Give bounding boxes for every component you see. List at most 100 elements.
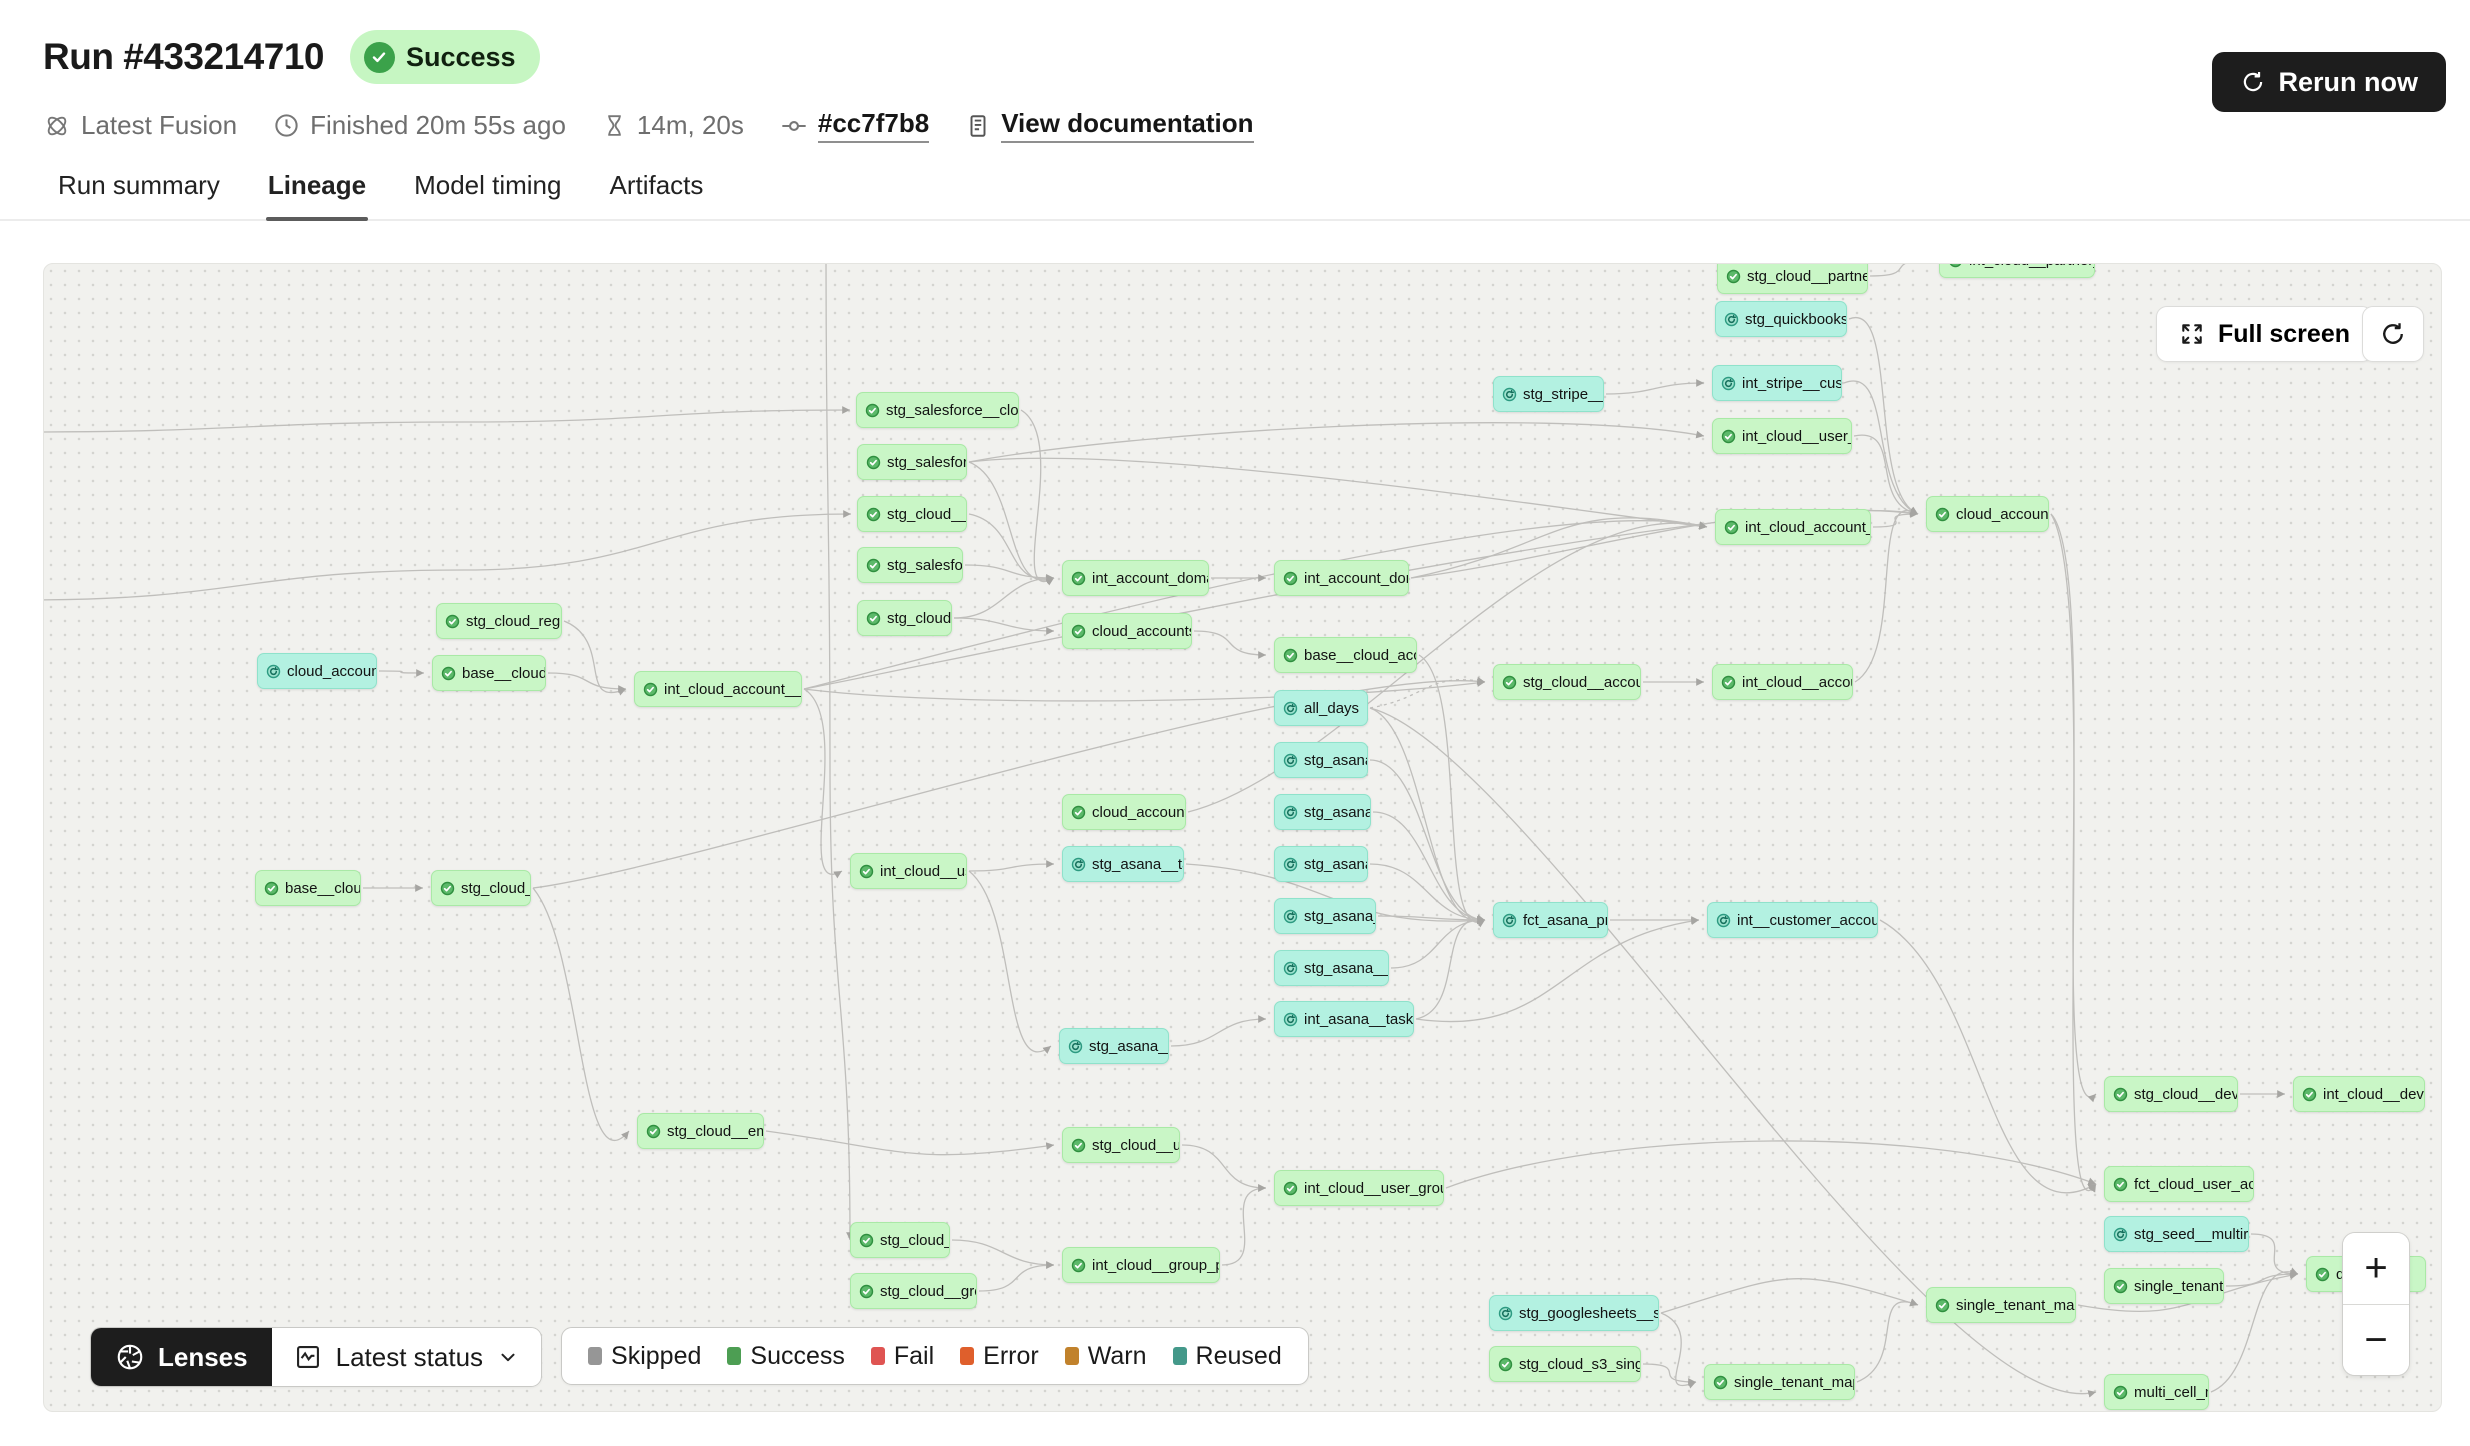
lineage-node[interactable]: int_cloud__user_group… xyxy=(1274,1170,1444,1206)
lineage-node[interactable]: int_asana__task_s… xyxy=(1274,1001,1414,1037)
lineage-node[interactable]: int_cloud__partner_con… xyxy=(1939,263,2095,278)
lineage-node[interactable]: stg_cloud_region… xyxy=(436,603,562,639)
lineage-node[interactable]: stg_cloud_s3_singl… xyxy=(1489,1346,1641,1382)
docs-meta: View documentation xyxy=(965,108,1253,143)
tab-lineage[interactable]: Lineage xyxy=(266,156,368,219)
lineage-node[interactable]: stg_asana__tas… xyxy=(1062,846,1184,882)
lineage-node[interactable]: stg_salesforce__cloud_… xyxy=(856,392,1019,428)
full-screen-button[interactable]: Full screen xyxy=(2156,306,2373,362)
lineage-node[interactable]: stg_asana__pr… xyxy=(1274,950,1389,986)
lineage-node[interactable]: stg_googlesheets__sin… xyxy=(1489,1295,1659,1331)
run-meta-row: Latest Fusion Finished 20m 55s ago 14m, … xyxy=(43,108,1254,143)
lineage-node[interactable]: stg_cloud__email… xyxy=(637,1113,764,1149)
reused-node-icon xyxy=(266,664,281,679)
zoom-in-button[interactable]: + xyxy=(2343,1233,2409,1305)
node-label: stg_asana__… xyxy=(1089,1038,1169,1055)
node-label: cloud_accounts_… xyxy=(1092,623,1192,640)
lineage-node[interactable]: cloud_account… xyxy=(1062,794,1186,830)
reused-node-icon xyxy=(1283,753,1298,768)
success-node-icon xyxy=(1071,805,1086,820)
lineage-node[interactable]: int_account_dom… xyxy=(1274,560,1409,596)
lineage-node[interactable]: stg_cloud__us… xyxy=(1062,1127,1180,1163)
success-node-icon xyxy=(2113,1177,2128,1192)
success-node-icon xyxy=(1724,520,1739,535)
lineage-node[interactable]: single_tenant_mapp… xyxy=(1926,1287,2076,1323)
lineage-node[interactable]: int_cloud__group_per… xyxy=(1062,1247,1220,1283)
lineage-node[interactable]: int_cloud__us… xyxy=(850,853,967,889)
canvas-bottom-bar: Lenses Latest status SkippedSuccessFailE… xyxy=(90,1327,1309,1387)
lineage-node[interactable]: all_days xyxy=(1274,690,1368,726)
success-node-icon xyxy=(859,1284,874,1299)
lineage-node[interactable]: cloud_accounts_… xyxy=(1062,613,1192,649)
lineage-node[interactable]: stg_cloud__us… xyxy=(857,496,967,532)
lineage-node[interactable]: base__clou… xyxy=(255,870,361,906)
rerun-now-button[interactable]: Rerun now xyxy=(2212,52,2447,112)
lineage-node[interactable]: int__customer_account… xyxy=(1707,902,1878,938)
refresh-icon xyxy=(2240,69,2266,95)
tab-run-summary[interactable]: Run summary xyxy=(56,156,222,219)
lenses-button[interactable]: Lenses xyxy=(91,1328,272,1386)
lineage-node[interactable]: stg_asana… xyxy=(1274,742,1368,778)
lineage-node[interactable]: int_cloud_account__m… xyxy=(634,671,802,707)
tab-artifacts[interactable]: Artifacts xyxy=(607,156,705,219)
legend-item-fail: Fail xyxy=(871,1342,934,1371)
lineage-node[interactable]: stg_asana__… xyxy=(1274,898,1376,934)
lineage-node[interactable]: stg_salesforce… xyxy=(857,547,963,583)
legend-color-chip xyxy=(960,1347,974,1365)
finished-meta: Finished 20m 55s ago xyxy=(273,110,566,141)
node-label: int_cloud__user_group… xyxy=(1304,1180,1444,1197)
node-label: int_cloud_account__m… xyxy=(664,681,802,698)
commit-icon xyxy=(780,112,808,140)
lineage-node[interactable]: stg_asana__… xyxy=(1059,1028,1169,1064)
lineage-node[interactable]: single_tenant_map… xyxy=(1704,1364,1855,1400)
reused-node-icon xyxy=(1498,1306,1513,1321)
view-documentation-link[interactable]: View documentation xyxy=(1001,108,1253,143)
lineage-node[interactable]: int_cloud_account_ma… xyxy=(1715,509,1871,545)
node-label: stg_asana… xyxy=(1304,752,1368,769)
status-legend: SkippedSuccessFailErrorWarnReused xyxy=(561,1327,1309,1385)
lineage-node[interactable]: int_stripe__custo… xyxy=(1712,365,1842,401)
hourglass-icon xyxy=(602,113,627,138)
lineage-node[interactable]: stg_cloud__group… xyxy=(850,1273,977,1309)
lineage-node[interactable]: int_cloud__user_ac… xyxy=(1712,418,1852,454)
lineage-node[interactable]: stg_seed__multireg… xyxy=(2104,1216,2249,1252)
reused-node-icon xyxy=(1068,1039,1083,1054)
lineage-node[interactable]: stg_cloud__accounts… xyxy=(1493,664,1641,700)
zoom-out-button[interactable]: − xyxy=(2343,1305,2409,1376)
legend-item-success: Success xyxy=(727,1342,844,1371)
lineage-node[interactable]: stg_quickbooks__a… xyxy=(1715,301,1847,337)
lineage-node[interactable]: stg_salesforce_… xyxy=(857,444,967,480)
success-node-icon xyxy=(2302,1087,2317,1102)
lineage-node[interactable]: stg_cloud__… xyxy=(857,600,952,636)
lineage-node[interactable]: stg_cloud__devel… xyxy=(2104,1076,2238,1112)
node-label: stg_cloud__partner_c… xyxy=(1747,268,1868,285)
lineage-node[interactable]: int_cloud__devel… xyxy=(2293,1076,2425,1112)
commit-link[interactable]: #cc7f7b8 xyxy=(818,108,929,143)
lineage-node[interactable]: stg_asana… xyxy=(1274,846,1368,882)
lineage-node[interactable]: fct_cloud_user_acc… xyxy=(2104,1166,2254,1202)
node-label: stg_asana__… xyxy=(1304,908,1376,925)
lineage-node[interactable]: single_tenant_… xyxy=(2104,1268,2224,1304)
node-label: stg_quickbooks__a… xyxy=(1745,311,1847,328)
node-label: stg_asana… xyxy=(1304,856,1368,873)
lens-selector[interactable]: Latest status xyxy=(272,1328,541,1386)
success-node-icon xyxy=(646,1124,661,1139)
lineage-node[interactable]: cloud_account… xyxy=(1926,496,2049,532)
lineage-node[interactable]: stg_cloud__partner_c… xyxy=(1717,263,1868,294)
node-label: stg_cloud_… xyxy=(461,880,531,897)
lineage-node[interactable]: stg_asana_… xyxy=(1274,794,1371,830)
lineage-node[interactable]: int_cloud__accoun… xyxy=(1712,664,1853,700)
lineage-node[interactable]: cloud_account… xyxy=(257,653,377,689)
lineage-node[interactable]: base__cloud_… xyxy=(432,655,546,691)
lineage-node[interactable]: stg_stripe__c… xyxy=(1493,376,1604,412)
lineage-canvas[interactable]: cloud_account… stg_cloud_region… base__clo… xyxy=(43,263,2442,1412)
lineage-node[interactable]: stg_cloud_… xyxy=(431,870,531,906)
lineage-node[interactable]: base__cloud_acco… xyxy=(1274,637,1417,673)
lineage-node[interactable]: int_account_domain… xyxy=(1062,560,1209,596)
refresh-graph-button[interactable] xyxy=(2362,306,2424,362)
lineage-node[interactable]: multi_cell_m… xyxy=(2104,1374,2209,1410)
lineage-node[interactable]: stg_cloud_… xyxy=(850,1222,950,1258)
node-label: int_cloud__us… xyxy=(880,863,967,880)
lineage-node[interactable]: fct_asana_proj… xyxy=(1493,902,1608,938)
tab-model-timing[interactable]: Model timing xyxy=(412,156,563,219)
